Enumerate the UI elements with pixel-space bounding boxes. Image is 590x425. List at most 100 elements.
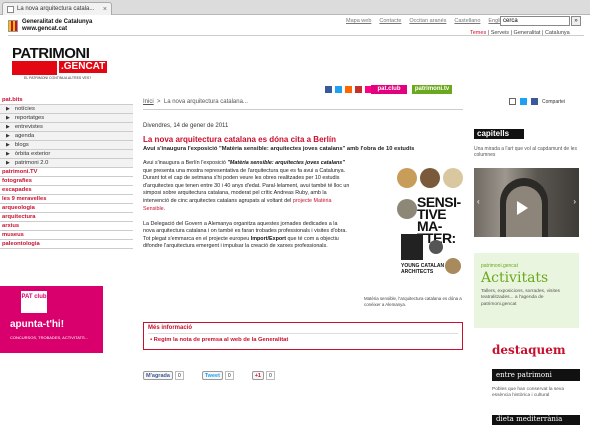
generalitat-logo[interactable]: Generalitat de Catalunya www.gencat.cat [8,19,92,33]
prev-icon[interactable]: ‹ [477,197,480,206]
nav-label: òrbita exterior [14,151,51,157]
plusone-button[interactable]: +1 0 [251,371,275,380]
more-info-title: Més informació [148,325,193,331]
nav-label: escapades [2,187,32,193]
banner-subtitle: CONCURSOS, TROBADES, ACTIVITATS... [10,335,89,340]
top-link[interactable]: Occitan aranés [409,18,446,24]
nav-label: arxius [2,223,20,229]
image-circle [443,168,463,188]
left-navigation: pat.bits ▶ notícies ▶ reportatges ▶ entreviste… [0,96,133,249]
image-circle [397,168,417,188]
nav-section-item[interactable]: paleontologia [0,240,133,249]
nav-section-item[interactable]: escapades [0,186,133,195]
browser-tab-title: La nova arquitectura catala... [17,6,95,12]
youtube-icon[interactable] [355,86,362,93]
logo-bottom-text: .GENCAT [59,61,108,73]
nav-label: fotografies [2,178,32,184]
arrow-right-icon: ▶ [6,160,10,166]
nav-subitem[interactable]: ▶ notícies [0,105,133,114]
logo-tagline: EL PATRIMONI CONTINUA ALTRES VES? [24,76,92,80]
page-tools: Compartei [509,98,565,105]
nav-label: reportatges [14,115,45,121]
facebook-icon[interactable] [325,86,332,93]
nav-subitem[interactable]: ▶ patrimoni 2.0 [0,159,133,168]
capitells-video[interactable]: ‹ › [474,168,579,237]
nav-section-item[interactable]: museus [0,231,133,240]
facebook-like[interactable]: M'agrada 0 [143,371,184,380]
more-info-divider [148,333,458,334]
facebook-share-icon[interactable] [531,98,538,105]
search-button[interactable]: » [571,16,581,26]
close-tab-icon[interactable]: × [103,6,107,13]
breadcrumb: Inici > La nova arquitectura catalana... [143,99,248,105]
search-input[interactable] [500,16,570,26]
nav-label: patrimoni 2.0 [14,160,49,166]
arrow-right-icon: ▶ [6,133,10,139]
header-divider [8,35,584,36]
nav-subitem[interactable]: ▶ blogs [0,141,133,150]
dieta-mediterrania-heading[interactable]: dieta mediterrània [492,415,580,425]
image-circle [397,199,417,219]
nav-label: blogs [14,142,29,148]
browser-tab-strip: La nova arquitectura catala... × [0,0,590,15]
patrimoni-logo[interactable]: PATRIMONI .GENCAT EL PATRIMONI CONTINUA … [12,46,128,84]
capitells-heading[interactable]: capitells [474,129,524,139]
nav-subitem[interactable]: ▶ reportatges [0,114,133,123]
patrimonitv-button[interactable]: patrimoni.tv [412,85,452,94]
twitter-share-icon[interactable] [520,98,527,105]
press-release-link[interactable]: ▪ Regim la nota de premsa al web de la G… [150,337,288,343]
arrow-right-icon: ▶ [6,142,10,148]
nav-section-item[interactable]: arqueologia [0,204,133,213]
top-link[interactable]: Mapa web [346,18,371,24]
nav-subitem[interactable]: ▶ òrbita exterior [0,150,133,159]
play-icon[interactable] [517,201,528,215]
article-body: Avui s'inaugura a Berlín l'exposició "Ma… [143,160,350,259]
social-icons [325,86,372,93]
logo-red-bar [12,61,57,75]
nav-section-item[interactable]: arxius [0,222,133,231]
browser-tab[interactable]: La nova arquitectura catala... × [2,2,112,15]
breadcrumb-current: La nova arquitectura catalana... [163,99,248,105]
top-link[interactable]: Contacte [379,18,401,24]
top-link[interactable]: Castellano [454,18,480,24]
image-circle [445,258,461,274]
nav-label: museus [2,232,24,238]
nav-label: les 9 meravelles [2,196,47,202]
next-icon[interactable]: › [573,197,576,206]
tweet-button[interactable]: Tweet 0 [201,371,234,380]
nav-section-item[interactable]: pat.bits [0,96,133,105]
nav-subitem[interactable]: ▶ agenda [0,132,133,141]
nav-label: paleontologia [2,241,40,247]
nav-subitem[interactable]: ▶ entrevistes [0,123,133,132]
arrow-right-icon: ▶ [6,151,10,157]
nav-label: entrevistes [14,124,43,130]
activitats-text: Tallers, exposicions, sorrades, visites … [481,289,560,307]
activitats-source: patrimoni.gencat [481,263,518,269]
activitats-box[interactable]: patrimoni.gencat Activitats Tallers, exp… [474,253,579,328]
rss-icon[interactable] [345,86,352,93]
twitter-icon[interactable] [335,86,342,93]
tweet-count: 0 [224,371,234,380]
print-icon[interactable] [509,98,516,105]
nav-section-item[interactable]: les 9 meravelles [0,195,133,204]
plusone-count: 0 [265,371,275,380]
generalitat-emblem-icon [8,20,18,32]
patclub-banner[interactable]: PAT club apunta-t'hi! CONCURSOS, TROBADE… [0,286,103,353]
paragraph: Avui s'inaugura a Berlín l'exposició "Ma… [143,160,350,212]
nav-section-item[interactable]: fotografies [0,177,133,186]
article-image[interactable]: SENSI-TIVE MA-TTER: YOUNG CATALAN ARCHIT… [393,166,463,293]
destaquem-heading: destaquem [492,343,566,357]
nav-section-item[interactable]: arquitectura [0,213,133,222]
article-headline: La nova arquitectura catalana es dóna ci… [143,135,336,144]
patclub-button[interactable]: pat.club [371,85,407,94]
nav-section-item[interactable]: patrimoni.TV [0,168,133,177]
patclub-logo: PAT club [21,291,47,313]
breadcrumb-home[interactable]: Inici [143,99,154,105]
nav-label: notícies [14,106,35,112]
capitells-text: Una mirada a l'art que vol al capdamunt … [474,146,577,158]
image-caption: Matèria sensible, l'arquitectura catalan… [364,296,462,307]
org-name: Generalitat de Catalunya [22,19,93,25]
nav-label: patrimoni.TV [2,169,38,175]
share-label[interactable]: Compartei [542,99,565,105]
entre-patrimoni-heading[interactable]: entre patrimoni [492,369,580,381]
